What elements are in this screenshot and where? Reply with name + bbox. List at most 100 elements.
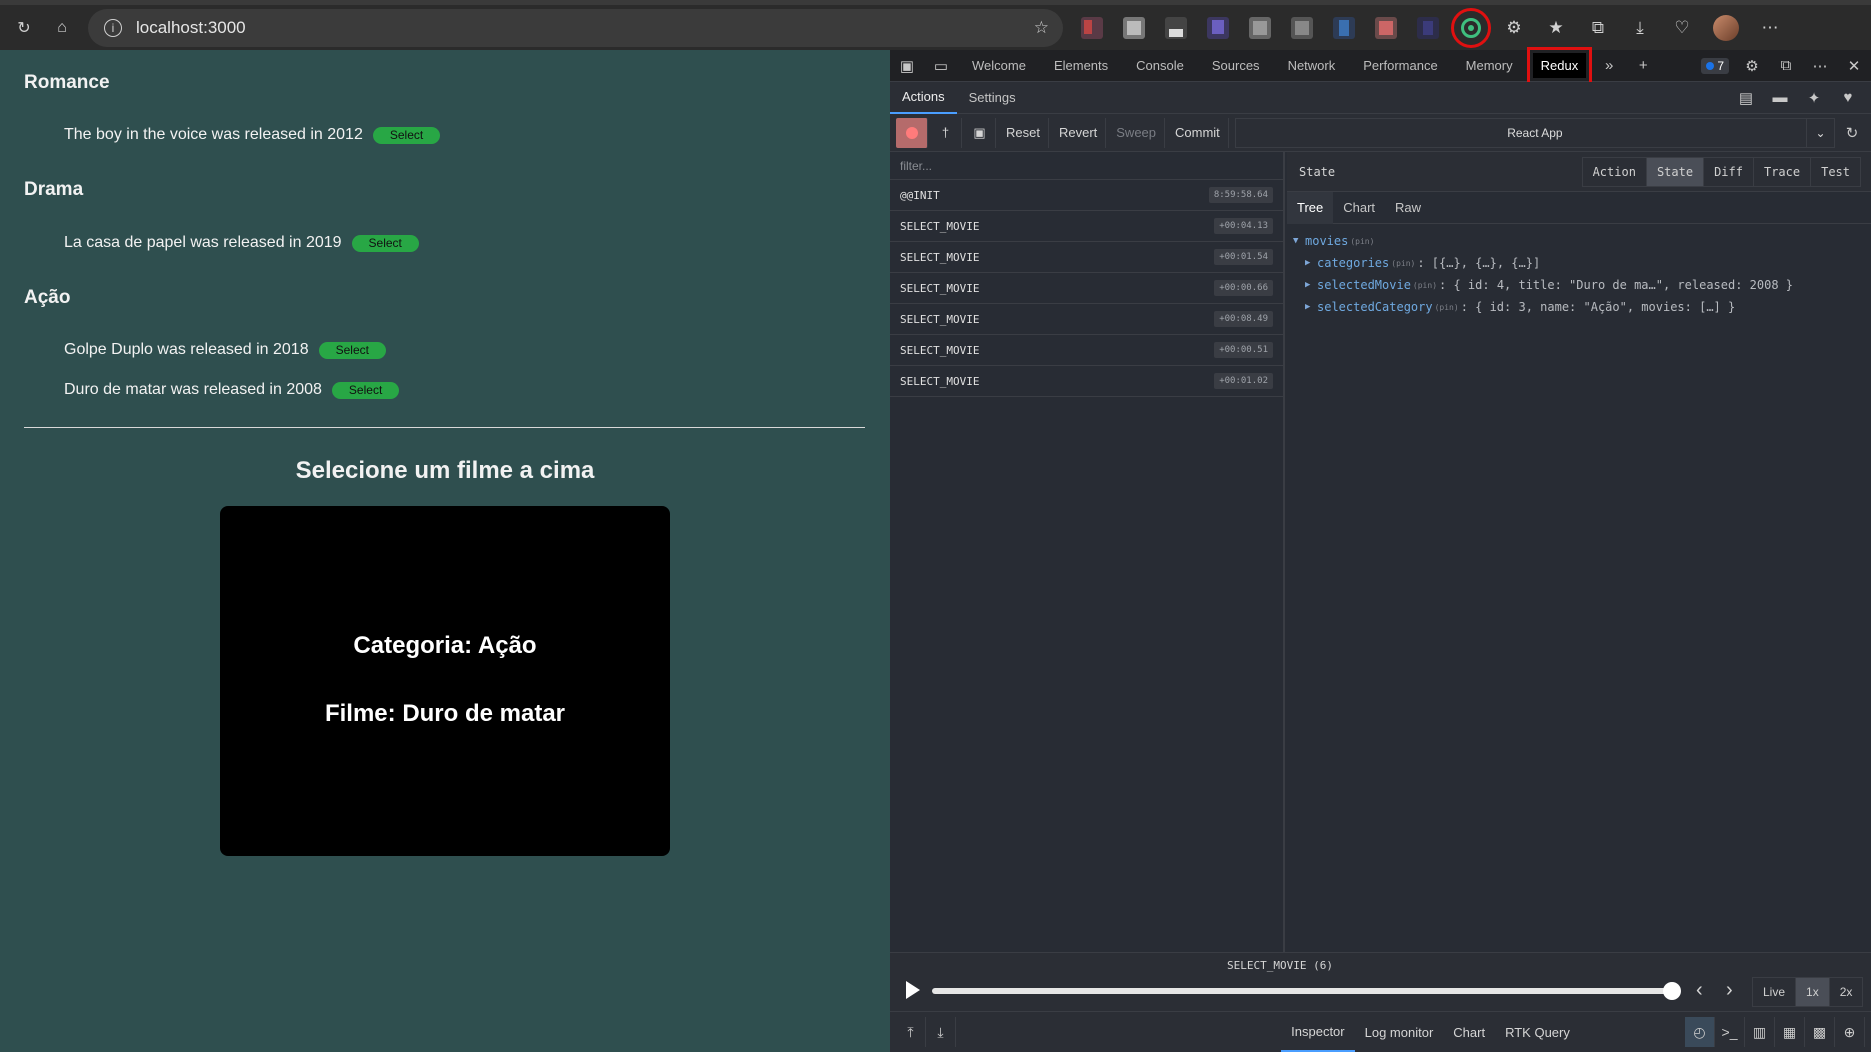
mode-trace[interactable]: Trace — [1752, 157, 1810, 186]
extension-icon[interactable] — [1417, 16, 1439, 39]
select-button[interactable]: Select — [351, 234, 419, 252]
dock-right-icon[interactable]: ▦ — [1775, 1017, 1805, 1047]
action-row[interactable]: SELECT_MOVIE +00:01.02 — [890, 366, 1283, 397]
sync-icon[interactable]: ↻ — [1839, 120, 1865, 146]
heart-icon[interactable]: ♥ — [1835, 85, 1861, 111]
twitter-icon[interactable]: ✦ — [1801, 85, 1827, 111]
action-row[interactable]: @@INIT 8:59:58.64 — [890, 180, 1283, 211]
extension-icon[interactable] — [1249, 16, 1271, 39]
action-row[interactable]: SELECT_MOVIE +00:00.51 — [890, 335, 1283, 366]
puzzle-extensions-icon[interactable]: ⚙ — [1501, 15, 1527, 41]
lock-icon[interactable]: ▣ — [964, 117, 996, 148]
device-toolbar-icon[interactable]: ▭ — [928, 53, 954, 79]
more-menu-icon[interactable]: ⋯ — [1757, 15, 1783, 41]
action-row[interactable]: SELECT_MOVIE +00:04.13 — [890, 211, 1283, 242]
tab-console[interactable]: Console — [1122, 50, 1198, 82]
close-icon[interactable]: ✕ — [1841, 53, 1867, 79]
speed-2x[interactable]: 2x — [1828, 978, 1863, 1006]
tree-node[interactable]: ▶ categories (pin) : [{…}, {…}, {…}] — [1293, 252, 1865, 274]
more-tabs-icon[interactable]: » — [1596, 53, 1622, 79]
speed-1x[interactable]: 1x — [1795, 978, 1829, 1006]
extension-icon[interactable] — [1123, 16, 1145, 39]
monitor-inspector[interactable]: Inspector — [1281, 1012, 1355, 1052]
pin-label[interactable]: (pin) — [1350, 237, 1374, 246]
extension-icon[interactable] — [1165, 16, 1187, 39]
address-bar[interactable]: i localhost:3000 ☆ — [88, 8, 1063, 47]
import-icon[interactable]: ⤒ — [896, 1017, 926, 1047]
expanded-triangle-icon[interactable]: ▼ — [1293, 236, 1305, 246]
subtab-actions[interactable]: Actions — [890, 82, 957, 114]
mode-test[interactable]: Test — [1810, 157, 1860, 186]
redux-devtools-extension-icon[interactable] — [1451, 7, 1491, 48]
tab-network[interactable]: Network — [1274, 50, 1350, 82]
monitor-rtk-query[interactable]: RTK Query — [1495, 1012, 1580, 1052]
pin-icon[interactable]: † — [930, 117, 962, 148]
mode-diff[interactable]: Diff — [1703, 157, 1753, 186]
action-row[interactable]: SELECT_MOVIE +00:01.54 — [890, 242, 1283, 273]
favorites-icon[interactable]: ★ — [1543, 15, 1569, 41]
terminal-icon[interactable]: >_ — [1715, 1017, 1745, 1047]
filter-input[interactable]: filter... — [890, 152, 1283, 180]
view-tree[interactable]: Tree — [1287, 191, 1334, 224]
play-icon[interactable] — [906, 981, 920, 999]
dock-icon[interactable]: ⧉ — [1773, 53, 1799, 79]
reset-button[interactable]: Reset — [998, 117, 1049, 148]
action-row[interactable]: SELECT_MOVIE +00:08.49 — [890, 304, 1283, 335]
dispatcher-icon[interactable]: ◴ — [1685, 1017, 1715, 1047]
tab-sources[interactable]: Sources — [1198, 50, 1274, 82]
dock-left-icon[interactable]: ▥ — [1745, 1017, 1775, 1047]
collapsed-triangle-icon[interactable]: ▶ — [1305, 258, 1317, 268]
slider-thumb[interactable] — [1663, 982, 1681, 1000]
more-options-icon[interactable]: ⋯ — [1807, 53, 1833, 79]
sweep-button[interactable]: Sweep — [1108, 117, 1166, 148]
subtab-settings[interactable]: Settings — [957, 82, 1028, 114]
tab-memory[interactable]: Memory — [1452, 50, 1527, 82]
extension-icon[interactable] — [1291, 16, 1313, 39]
profile-avatar[interactable] — [1713, 14, 1739, 41]
extension-icon[interactable] — [1375, 16, 1397, 39]
slider-track[interactable] — [932, 988, 1672, 994]
remote-icon[interactable]: ⊕ — [1835, 1017, 1865, 1047]
favorite-star-icon[interactable]: ☆ — [1034, 18, 1049, 38]
chat-icon[interactable]: ▬ — [1767, 85, 1793, 111]
download-icon[interactable]: ⤓ — [1627, 15, 1653, 41]
add-tab-icon[interactable]: + — [1630, 53, 1656, 79]
commit-button[interactable]: Commit — [1167, 117, 1229, 148]
tab-welcome[interactable]: Welcome — [958, 50, 1040, 82]
tree-node[interactable]: ▶ selectedMovie (pin) : { id: 4, title: … — [1293, 274, 1865, 296]
step-forward-icon[interactable]: › — [1726, 979, 1733, 1002]
mode-state[interactable]: State — [1645, 157, 1704, 186]
issues-badge[interactable]: 7 — [1701, 57, 1729, 74]
monitor-chart[interactable]: Chart — [1443, 1012, 1495, 1052]
step-back-icon[interactable]: ‹ — [1696, 979, 1703, 1002]
extension-icon[interactable] — [1081, 16, 1103, 39]
collapsed-triangle-icon[interactable]: ▶ — [1305, 302, 1317, 312]
collections-icon[interactable]: ⧉ — [1585, 15, 1611, 41]
select-button[interactable]: Select — [331, 381, 400, 399]
tab-elements[interactable]: Elements — [1040, 50, 1122, 82]
collapsed-triangle-icon[interactable]: ▶ — [1305, 280, 1317, 290]
record-button[interactable] — [896, 117, 928, 148]
select-button[interactable]: Select — [318, 341, 386, 359]
mode-action[interactable]: Action — [1583, 158, 1646, 186]
tab-performance[interactable]: Performance — [1349, 50, 1451, 82]
pin-label[interactable]: (pin) — [1413, 281, 1437, 290]
tree-node[interactable]: ▶ selectedCategory (pin) : { id: 3, name… — [1293, 296, 1865, 318]
export-icon[interactable]: ⤓ — [926, 1017, 956, 1047]
dock-bottom-icon[interactable]: ▩ — [1805, 1017, 1835, 1047]
view-chart[interactable]: Chart — [1333, 192, 1385, 224]
instance-select[interactable]: React App ⌄ — [1234, 117, 1835, 148]
select-button[interactable]: Select — [372, 126, 441, 144]
revert-button[interactable]: Revert — [1051, 117, 1107, 148]
settings-gear-icon[interactable]: ⚙ — [1739, 53, 1765, 79]
extension-icon[interactable] — [1333, 16, 1355, 39]
monitor-log[interactable]: Log monitor — [1355, 1012, 1444, 1052]
chevron-down-icon[interactable]: ⌄ — [1806, 118, 1834, 147]
health-icon[interactable]: ♡ — [1669, 15, 1695, 41]
extension-icon[interactable] — [1207, 16, 1229, 39]
speed-live[interactable]: Live — [1753, 978, 1795, 1006]
pin-label[interactable]: (pin) — [1435, 303, 1459, 312]
tree-node-root[interactable]: ▼ movies (pin) — [1293, 230, 1865, 252]
action-row[interactable]: SELECT_MOVIE +00:00.66 — [890, 273, 1283, 304]
tab-redux[interactable]: Redux — [1526, 46, 1593, 85]
